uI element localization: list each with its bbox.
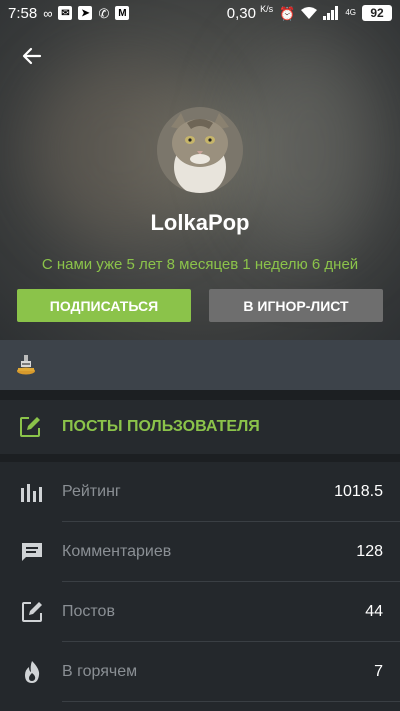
rating-bars-icon: [0, 482, 62, 502]
awards-bar: [0, 340, 400, 390]
edit-post-icon: [0, 600, 62, 624]
arrow-left-icon: [22, 47, 42, 65]
avatar[interactable]: [157, 107, 243, 193]
stat-row-comments: Комментариев 128: [0, 522, 400, 582]
fire-icon: [0, 660, 62, 684]
username: LolkaPop: [150, 210, 250, 235]
stat-name: В горячем: [62, 642, 400, 702]
status-bar: 7:58 ∞ ✉ ➤ ✆ M 0,30 K/s ⏰ 4G 92: [0, 0, 400, 26]
status-bar-left: 7:58 ∞ ✉ ➤ ✆ M: [8, 4, 130, 22]
edit-post-icon: [20, 417, 40, 437]
section-divider: [0, 390, 400, 400]
wifi-icon: [301, 7, 318, 19]
cat-avatar-image: [157, 107, 243, 193]
network-speed-value: 0,30: [226, 5, 261, 22]
award-badge-icon[interactable]: [16, 354, 36, 376]
stats-list: Рейтинг 1018.5 Комментариев 128 Постов 4…: [0, 462, 400, 702]
stat-value: 128: [356, 543, 383, 560]
email-app-icon: ✉: [58, 6, 73, 20]
member-since-text: С нами уже 5 лет 8 месяцев 1 неделю 6 дн…: [41, 256, 359, 273]
user-posts-link[interactable]: ПОСТЫ ПОЛЬЗОВАТЕЛЯ: [0, 400, 400, 454]
section-divider: [0, 454, 400, 462]
telegram-icon: ➤: [78, 6, 93, 20]
alarm-icon: ⏰: [279, 5, 296, 21]
signal-icon: [323, 6, 339, 20]
status-time: 7:58: [8, 4, 38, 22]
gmail-icon: M: [115, 6, 130, 20]
stat-row-rating: Рейтинг 1018.5: [0, 462, 400, 522]
stat-name: Постов: [62, 582, 400, 642]
comment-icon: [0, 541, 62, 563]
stat-row-hot: В горячем 7: [0, 642, 400, 702]
stat-value: 7: [374, 663, 383, 680]
stat-row-posts: Постов 44: [0, 582, 400, 642]
battery-icon: 92: [362, 5, 392, 21]
ignore-list-button[interactable]: В ИГНОР-ЛИСТ: [209, 289, 383, 322]
user-posts-label: ПОСТЫ ПОЛЬЗОВАТЕЛЯ: [62, 418, 260, 435]
subscribe-button[interactable]: ПОДПИСАТЬСЯ: [17, 289, 191, 322]
network-speed-unit: K/s: [260, 4, 274, 14]
infinity-icon: ∞: [43, 5, 53, 21]
status-bar-right: 0,30 K/s ⏰ 4G 92: [227, 4, 392, 22]
viber-icon: ✆: [98, 5, 110, 21]
network-type: 4G: [345, 8, 356, 17]
stat-name: Комментариев: [62, 522, 400, 582]
network-speed: 0,30 K/s: [227, 4, 273, 22]
back-button[interactable]: [16, 40, 48, 72]
stat-value: 1018.5: [334, 483, 383, 500]
stat-value: 44: [365, 603, 383, 620]
